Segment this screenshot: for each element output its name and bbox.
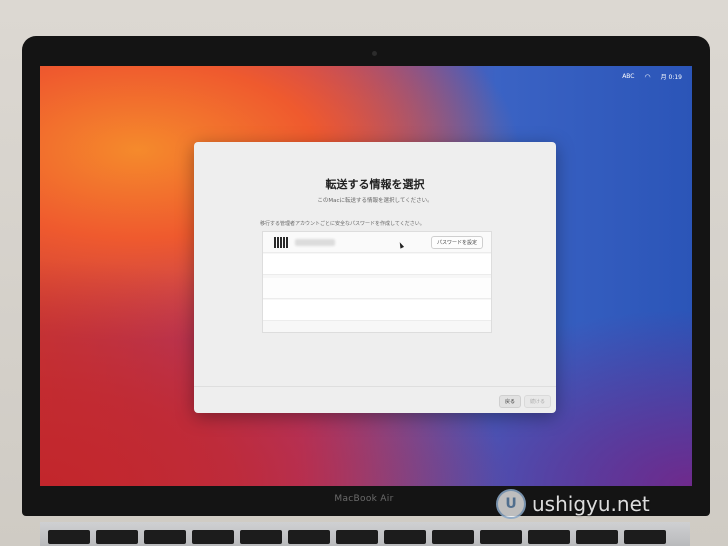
footer-divider <box>194 386 556 387</box>
dialog-subtitle: このMacに転送する情報を選択してください。 <box>317 198 433 204</box>
instruction-text: 移行する管理者アカウントごとに安全なパスワードを作成してください。 <box>260 221 425 227</box>
keyboard-key <box>480 530 522 544</box>
account-list: パスワードを設定 <box>262 231 492 333</box>
keyboard-key <box>96 530 138 544</box>
keyboard-key <box>144 530 186 544</box>
keyboard-key <box>528 530 570 544</box>
empty-row <box>263 278 491 299</box>
clock-label[interactable]: 月 0:19 <box>661 72 682 81</box>
keyboard-key <box>624 530 666 544</box>
input-source-label[interactable]: ABC <box>622 73 634 80</box>
keyboard-key <box>576 530 618 544</box>
account-row[interactable]: パスワードを設定 <box>263 232 491 253</box>
wifi-icon[interactable]: ◠ <box>645 73 651 81</box>
watermark-logo-icon: U <box>496 489 526 519</box>
empty-row <box>263 300 491 321</box>
dialog-title: 転送する情報を選択 <box>325 178 425 191</box>
migration-dialog: 転送する情報を選択 このMacに転送する情報を選択してください。 移行する管理者… <box>194 142 556 413</box>
camera-dot <box>372 51 377 56</box>
account-name-redacted <box>295 239 335 246</box>
site-watermark: U ushigyu.net <box>496 486 706 522</box>
mac-screen: ABC ◠ 月 0:19 転送する情報を選択 このMacに転送する情報を選択して… <box>40 66 692 486</box>
set-password-button[interactable]: パスワードを設定 <box>430 236 483 249</box>
menu-bar-status: ABC ◠ 月 0:19 <box>622 72 682 82</box>
continue-button[interactable]: 続ける <box>524 395 552 408</box>
account-avatar-icon <box>274 237 288 248</box>
keyboard <box>40 522 690 546</box>
keyboard-key <box>48 530 90 544</box>
keyboard-key <box>432 530 474 544</box>
keyboard-key <box>240 530 282 544</box>
watermark-text: ushigyu.net <box>532 492 650 516</box>
back-button[interactable]: 戻る <box>499 395 522 408</box>
mouse-cursor-icon <box>397 241 405 249</box>
keyboard-key <box>288 530 330 544</box>
keyboard-key <box>192 530 234 544</box>
keyboard-key <box>384 530 426 544</box>
keyboard-key <box>336 530 378 544</box>
empty-row <box>263 254 491 275</box>
